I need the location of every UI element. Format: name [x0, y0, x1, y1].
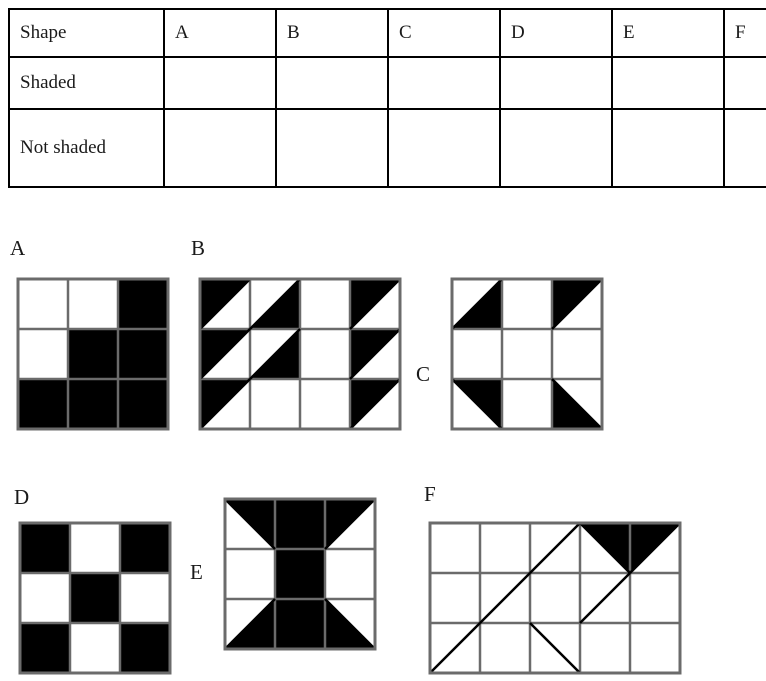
shape-grid-c	[450, 277, 604, 431]
table-header-shape: Shape	[8, 8, 165, 58]
shape-label-f: F	[424, 482, 436, 506]
shape-label-d: D	[14, 485, 30, 509]
shape-figure-e	[223, 497, 377, 651]
row-label-not-shaded: Not shaded	[8, 108, 165, 188]
shape-figure-d	[18, 521, 172, 675]
table-row: Shaded	[8, 56, 766, 110]
answer-cell-shaded-a[interactable]	[163, 56, 277, 110]
shape-grid-e	[223, 497, 377, 651]
table-header-e: E	[611, 8, 725, 58]
shaded-region	[118, 379, 168, 429]
shaded-region	[120, 523, 170, 573]
shape-label-e: E	[190, 560, 203, 584]
answer-cell-shaded-f[interactable]	[723, 56, 766, 110]
answer-cell-shaded-d[interactable]	[499, 56, 613, 110]
shape-grid-a	[16, 277, 170, 431]
shaded-region	[275, 549, 325, 599]
shaded-region	[20, 623, 70, 673]
answer-cell-shaded-c[interactable]	[387, 56, 501, 110]
table-header-a: A	[163, 8, 277, 58]
row-label-shaded: Shaded	[8, 56, 165, 110]
table-header-c: C	[387, 8, 501, 58]
shape-figure-a	[16, 277, 170, 431]
shaded-region	[68, 329, 118, 379]
shape-grid-d	[18, 521, 172, 675]
table-header-f: F	[723, 8, 766, 58]
shape-figure-f	[428, 521, 682, 675]
shaded-region	[275, 499, 325, 549]
answer-cell-not-shaded-a[interactable]	[163, 108, 277, 188]
shape-label-b: B	[191, 236, 206, 260]
shaded-tally-table: Shape A B C D E F Shaded Not shaded	[8, 8, 766, 188]
shaded-region	[18, 379, 68, 429]
shaded-region	[20, 523, 70, 573]
answer-cell-shaded-e[interactable]	[611, 56, 725, 110]
answer-cell-not-shaded-b[interactable]	[275, 108, 389, 188]
shape-figure-c	[450, 277, 604, 431]
answer-cell-not-shaded-d[interactable]	[499, 108, 613, 188]
answer-cell-not-shaded-c[interactable]	[387, 108, 501, 188]
shaded-region	[70, 573, 120, 623]
shape-label-c: C	[416, 362, 431, 386]
shaded-region	[118, 329, 168, 379]
shaded-region	[68, 379, 118, 429]
table-row: Not shaded	[8, 108, 766, 188]
table-header-d: D	[499, 8, 613, 58]
shaded-region	[275, 599, 325, 649]
table-header-b: B	[275, 8, 389, 58]
shape-label-a: A	[10, 236, 26, 260]
shaded-region	[118, 279, 168, 329]
table-header-row: Shape A B C D E F	[8, 8, 766, 58]
answer-cell-shaded-b[interactable]	[275, 56, 389, 110]
shaded-region	[120, 623, 170, 673]
shape-figure-b	[198, 277, 402, 431]
shape-grid-f	[428, 521, 682, 675]
answer-cell-not-shaded-f[interactable]	[723, 108, 766, 188]
shape-grid-b	[198, 277, 402, 431]
answer-cell-not-shaded-e[interactable]	[611, 108, 725, 188]
